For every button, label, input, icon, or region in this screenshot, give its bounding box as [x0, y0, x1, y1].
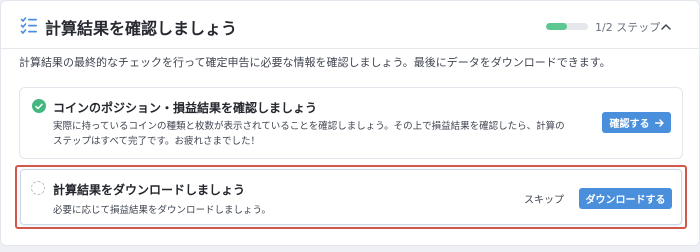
- chevron-up-icon: [661, 23, 671, 30]
- completed-check-icon: [32, 99, 46, 113]
- checklist-icon: [20, 17, 37, 34]
- panel-header: 計算結果を確認しましょう 1/2 ステップ: [1, 1, 700, 49]
- panel-description: 計算結果の最終的なチェックを行って確定申告に必要な情報を確認しましょう。最後にデ…: [19, 56, 611, 69]
- step-card-review: コインのポジション・損益結果を確認しましょう 実際に持っているコインの種類と枚数…: [19, 87, 683, 159]
- step-description: 必要に応じて損益結果をダウンロードしましょう。: [53, 205, 271, 216]
- step-title: 計算結果をダウンロードしましょう: [53, 183, 246, 197]
- step-card-download-body: 計算結果をダウンロードしましょう 必要に応じて損益結果をダウンロードしましょう。…: [20, 169, 682, 225]
- step-card-download: 計算結果をダウンロードしましょう 必要に応じて損益結果をダウンロードしましょう。…: [15, 165, 687, 229]
- step-counter: 1/2 ステップ: [595, 21, 661, 34]
- download-button[interactable]: ダウンロードする: [579, 188, 672, 209]
- confirm-button-label: 確認する: [609, 119, 650, 130]
- confirm-button[interactable]: 確認する: [602, 112, 671, 133]
- checklist-panel: 計算結果を確認しましょう 1/2 ステップ 計算結果の最終的なチェックを行って確…: [0, 0, 700, 246]
- collapse-button[interactable]: [655, 15, 677, 37]
- progress-bar: [546, 23, 588, 30]
- pending-status-icon: [31, 181, 45, 195]
- skip-button[interactable]: スキップ: [519, 188, 569, 209]
- step-title: コインのポジション・損益結果を確認しましょう: [53, 101, 318, 115]
- progress-bar-fill: [546, 23, 567, 30]
- step-description: 実際に持っているコインの種類と枚数が表示されていることを確認しましょう。その上で…: [53, 121, 565, 147]
- panel-title: 計算結果を確認しましょう: [45, 19, 238, 38]
- arrow-right-icon: [654, 118, 664, 127]
